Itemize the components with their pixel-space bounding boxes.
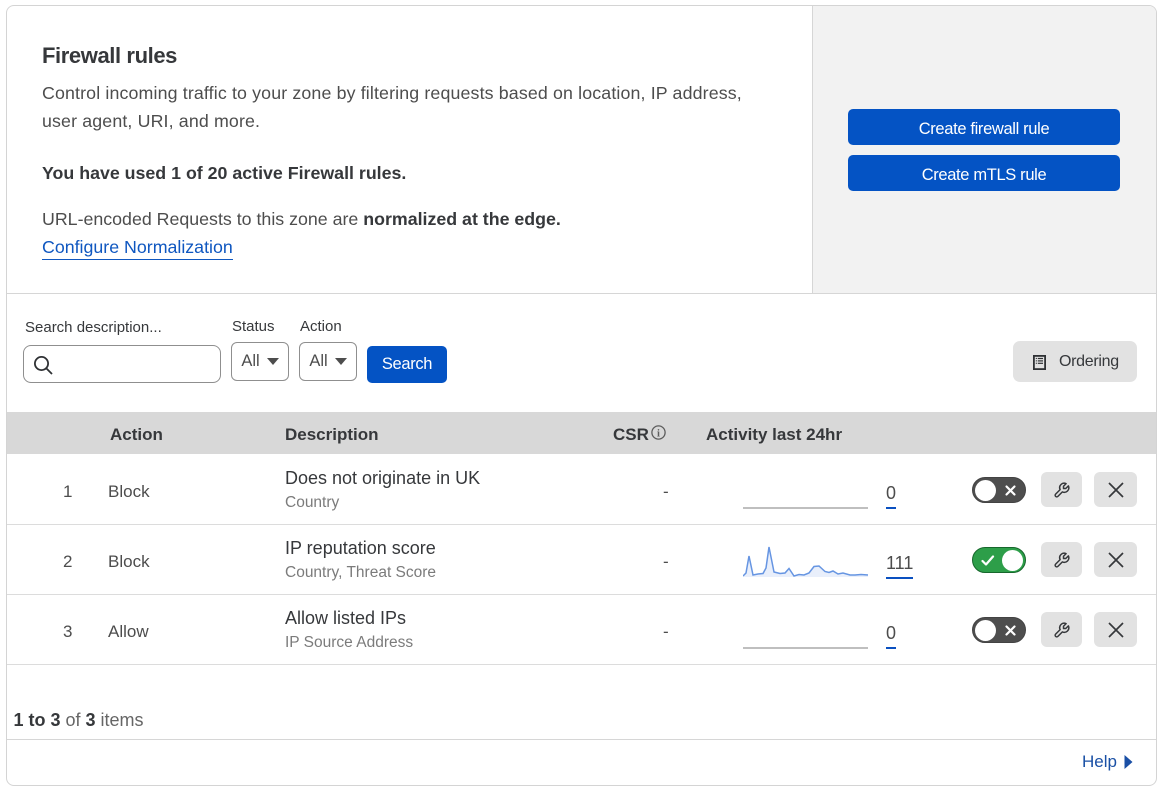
svg-text:i: i [657, 428, 660, 439]
